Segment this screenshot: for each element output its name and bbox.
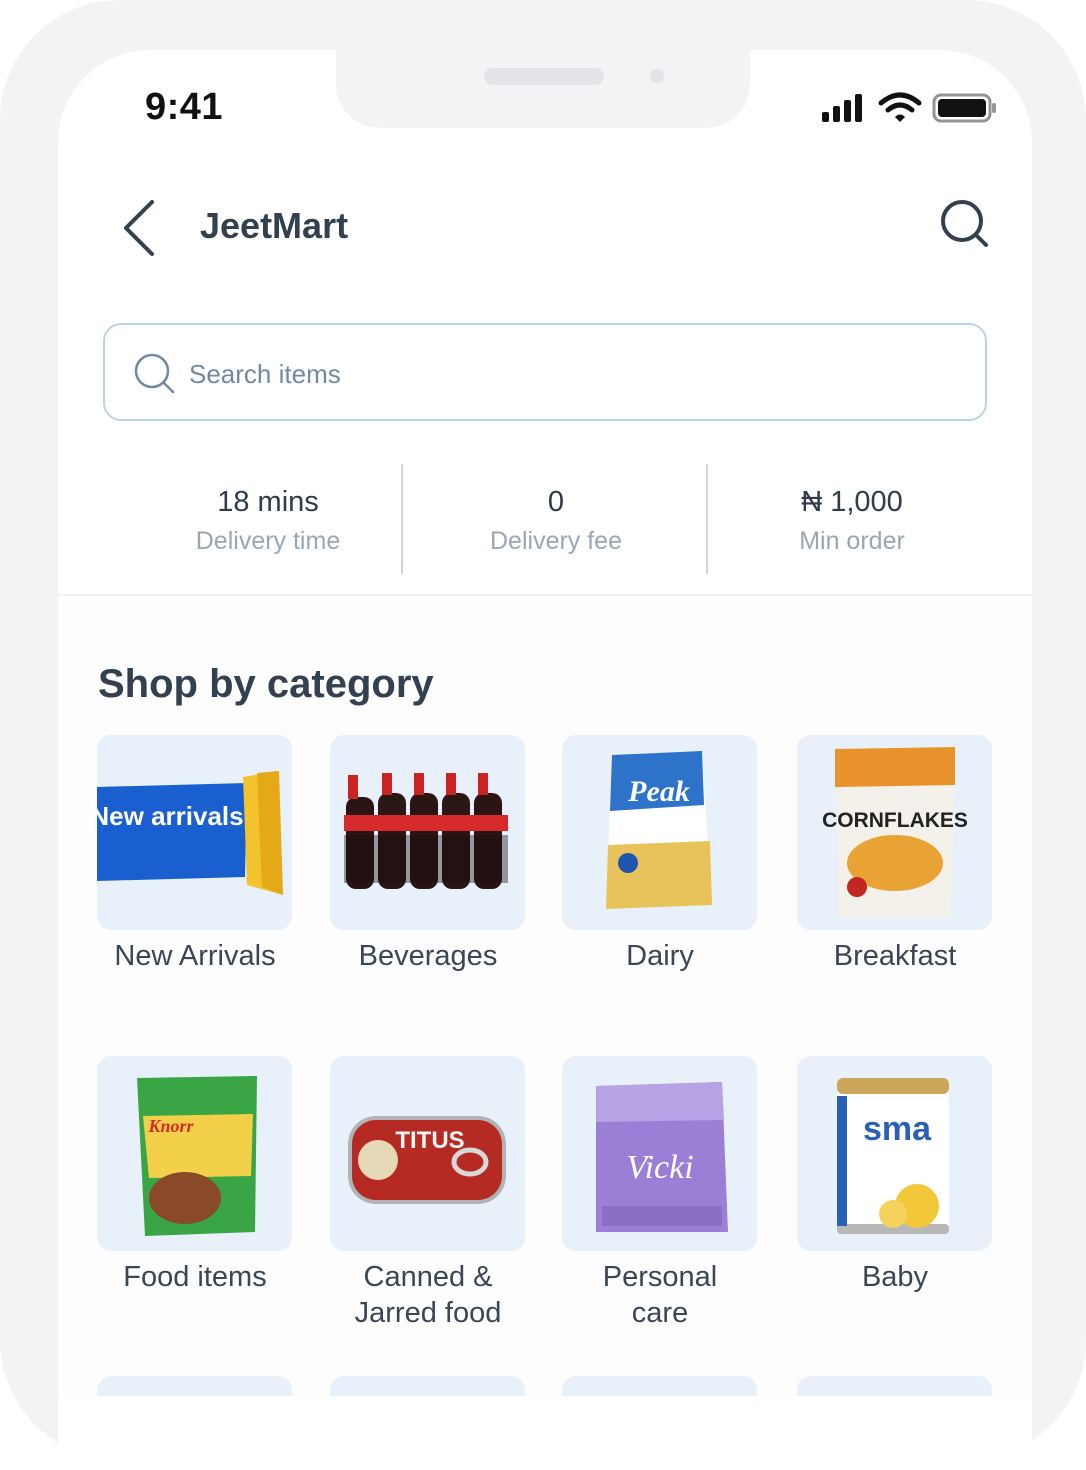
stat-label: Delivery fee: [490, 527, 622, 555]
tile-text: Peak: [627, 775, 690, 808]
wifi-icon: [878, 92, 922, 122]
category-label: New Arrivals: [114, 940, 276, 972]
category-tile[interactable]: [97, 1376, 292, 1396]
header-search-button[interactable]: [936, 195, 992, 251]
category-tile-food-items[interactable]: Knorr: [97, 1056, 292, 1251]
category-label: Canned & Jarred food: [354, 1261, 502, 1329]
stat-value: 18 mins: [217, 486, 319, 518]
tile-text: Knorr: [147, 1116, 194, 1136]
signal-icon: [822, 94, 862, 122]
speaker: [484, 68, 604, 85]
stat-label: Min order: [799, 527, 905, 555]
stat-divider: [401, 464, 403, 574]
stat-label: Delivery time: [195, 527, 341, 555]
stat-value: 0: [547, 486, 565, 518]
battery-icon: [932, 93, 996, 123]
search-placeholder: Search items: [189, 359, 341, 389]
search-icon: [941, 200, 988, 247]
back-button[interactable]: [116, 196, 166, 260]
category-tile-personal-care[interactable]: Vicki: [562, 1056, 757, 1251]
category-tile-dairy[interactable]: Peak: [562, 735, 757, 930]
category-tile[interactable]: [330, 1376, 525, 1396]
store-stats: 18 mins Delivery time 0 Delivery fee ₦ 1…: [58, 460, 1032, 575]
front-camera: [650, 69, 664, 83]
chevron-left-icon: [124, 200, 154, 256]
tissue-box-image: Vicki: [562, 1056, 757, 1251]
section-title: Shop by category: [98, 662, 434, 706]
sardine-tin-image: TITUS: [330, 1056, 525, 1251]
tile-text: New arrivals: [97, 801, 244, 831]
category-label: Dairy: [626, 940, 694, 972]
stat-min-order: ₦ 1,000 Min order: [702, 460, 1002, 556]
category-tile-baby[interactable]: sma: [797, 1056, 992, 1251]
cornflakes-pack-image: CORNFLAKES: [797, 735, 992, 930]
stat-value: ₦ 1,000: [801, 486, 903, 518]
category-tile[interactable]: [797, 1376, 992, 1396]
category-tile-breakfast[interactable]: CORNFLAKES: [797, 735, 992, 930]
category-tile-beverages[interactable]: [330, 735, 525, 930]
knorr-cubes-pack-image: Knorr: [97, 1056, 292, 1251]
tile-text: TITUS: [395, 1127, 464, 1154]
category-label: Food items: [123, 1261, 267, 1293]
search-input[interactable]: Search items: [103, 323, 987, 421]
new-arrivals-banner-image: New arrivals: [97, 735, 292, 930]
baby-formula-tin-image: sma: [797, 1056, 992, 1251]
tile-text: CORNFLAKES: [822, 809, 968, 832]
store-title: JeetMart: [200, 205, 349, 246]
tile-text: Vicki: [626, 1149, 693, 1186]
search-icon: [134, 353, 175, 394]
stat-delivery-time: 18 mins Delivery time: [118, 460, 418, 556]
status-time: 9:41: [145, 86, 224, 128]
category-tile[interactable]: [562, 1376, 757, 1396]
tile-text: sma: [863, 1110, 932, 1148]
category-label: Baby: [861, 1261, 929, 1293]
stat-delivery-fee: 0 Delivery fee: [406, 460, 706, 556]
category-label: Personal care: [602, 1261, 718, 1329]
category-tile-new-arrivals[interactable]: New arrivals: [97, 735, 292, 930]
category-label: Beverages: [358, 940, 498, 972]
category-label: Breakfast: [833, 940, 957, 972]
category-tile-canned-jarred-food[interactable]: TITUS: [330, 1056, 525, 1251]
milk-powder-pack-image: Peak: [562, 735, 757, 930]
soda-bottles-image: [330, 735, 525, 930]
